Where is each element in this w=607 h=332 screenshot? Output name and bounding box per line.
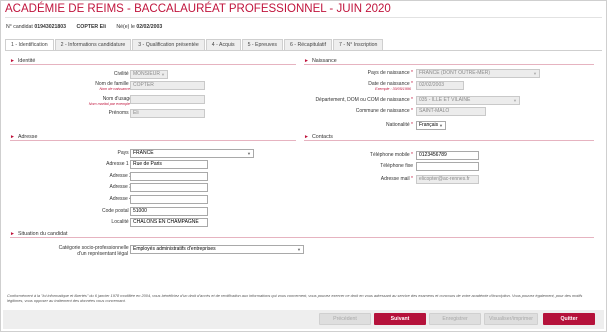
adresse3-field[interactable] <box>130 183 208 192</box>
localite-label: Localité * <box>111 219 132 225</box>
date-naissance-hint: Exemple : 30/05/1996 <box>375 87 411 91</box>
departement-naissance-label: Département, DOM ou COM de naissance * <box>315 97 413 103</box>
tab-identification[interactable]: 1 - Identification <box>5 39 54 50</box>
visualiser-imprimer-button[interactable]: Visualiser/imprimer <box>484 313 538 325</box>
telephone-fixe-field[interactable] <box>416 162 479 171</box>
page-title-main: ACADÉMIE DE REIMS - BACCALAURÉAT PROFESS… <box>5 3 327 15</box>
title-divider <box>5 17 602 18</box>
tab-acquis[interactable]: 4 - Acquis <box>205 39 241 50</box>
code-postal-field[interactable]: 51000 <box>130 207 208 216</box>
adresse-mail-label: Adresse mail * <box>380 176 413 182</box>
section-situation-line <box>10 237 594 238</box>
chevron-down-icon: ▼ <box>161 72 165 77</box>
section-naissance-line <box>304 64 594 65</box>
chevron-down-icon: ▼ <box>533 71 537 76</box>
nom-famille-field: COPTER <box>130 81 205 90</box>
adresse4-field[interactable] <box>130 195 208 204</box>
adresse3-label: Adresse 3 <box>109 184 132 190</box>
adresse4-label: Adresse 4 <box>109 196 132 202</box>
prenoms-field: Eli <box>130 109 205 118</box>
tab-informations-candidature[interactable]: 2 - Informations candidature <box>54 39 132 50</box>
nom-usage-field <box>130 95 205 104</box>
adresse2-field[interactable] <box>130 172 208 181</box>
quitter-button[interactable]: Quitter <box>543 313 595 325</box>
categorie-select[interactable]: Employés administratifs d'entreprises ▼ <box>130 245 304 254</box>
pays-naissance-label: Pays de naissance * <box>367 70 413 76</box>
adresse1-field[interactable]: Rue de Paris <box>130 160 208 169</box>
candidate-first-name: Eli <box>99 24 106 30</box>
pays-adresse-select[interactable]: FRANCE ▼ <box>130 149 254 158</box>
birth-date-label: Né(e) le <box>116 24 135 30</box>
nationalite-select[interactable]: Français ▼ <box>416 121 446 130</box>
candidate-number: 01943021803 <box>34 24 67 30</box>
commune-naissance-label: Commune de naissance * <box>355 108 413 114</box>
tab-recapitulatif[interactable]: 6 - Récapitulatif <box>283 39 333 50</box>
legal-notice: Conformément à la "loi informatique et l… <box>7 293 583 303</box>
telephone-mobile-field[interactable]: 0123456789 <box>416 151 479 160</box>
localite-field[interactable]: CHALONS EN CHAMPAGNE <box>130 218 208 227</box>
candidate-info: N° candidat 01943021803 COPTER Eli Né(e)… <box>6 24 162 30</box>
adresse-mail-field: elicopter@ac-rennes.fr <box>416 175 479 184</box>
step-tabs: 1 - Identification 2 - Informations cand… <box>5 39 384 50</box>
code-postal-label: Code postal * <box>101 208 132 214</box>
nom-famille-hint: Nom de naissance <box>99 87 130 91</box>
enregistrer-button[interactable]: Enregistrer <box>429 313 481 325</box>
candidate-number-label: N° candidat <box>6 24 33 30</box>
chevron-down-icon: ▼ <box>297 247 301 252</box>
civilite-select: MONSIEUR ▼ <box>130 70 168 79</box>
section-identite-line <box>10 64 296 65</box>
tab-qualification[interactable]: 3 - Qualification présentée <box>132 39 205 50</box>
adresse1-label: Adresse 1 * <box>106 161 132 167</box>
nationalite-label: Nationalité * <box>386 122 413 128</box>
candidate-last-name: COPTER <box>76 24 99 30</box>
precedent-button[interactable]: Précédent <box>319 313 371 325</box>
suivant-button[interactable]: Suivant <box>374 313 426 325</box>
page-title: ACADÉMIE DE REIMS - BACCALAURÉAT PROFESS… <box>5 3 391 15</box>
chevron-down-icon: ▼ <box>513 98 517 103</box>
commune-naissance-field: SAINT-MALO <box>416 107 486 116</box>
telephone-mobile-label: Téléphone mobile * <box>369 152 413 158</box>
chevron-down-icon: ▼ <box>247 151 251 156</box>
birth-date: 02/02/2003 <box>136 24 163 30</box>
categorie-label-line2: d'un représentant légal <box>77 251 128 257</box>
chevron-down-icon: ▼ <box>439 123 443 128</box>
tab-inscription[interactable]: 7 - N° Inscription <box>333 39 384 50</box>
prenoms-label: Prénoms * <box>108 110 132 116</box>
page-title-year: - JUIN 2020 <box>326 3 391 15</box>
section-adresse-line <box>10 140 296 141</box>
tabs-divider <box>5 50 602 51</box>
adresse2-label: Adresse 2 <box>109 173 132 179</box>
section-contacts-line <box>304 140 594 141</box>
date-naissance-field: 02/02/2003 <box>416 81 464 90</box>
departement-naissance-select: 035 - ILLE ET VILAINE ▼ <box>416 96 520 105</box>
pays-naissance-select: FRANCE (DONT OUTRE-MER) ▼ <box>416 69 540 78</box>
nom-usage-hint: Nom marital par exemple <box>88 102 130 106</box>
tab-epreuves[interactable]: 5 - Epreuves <box>241 39 283 50</box>
telephone-fixe-label: Téléphone fixe <box>380 163 413 169</box>
